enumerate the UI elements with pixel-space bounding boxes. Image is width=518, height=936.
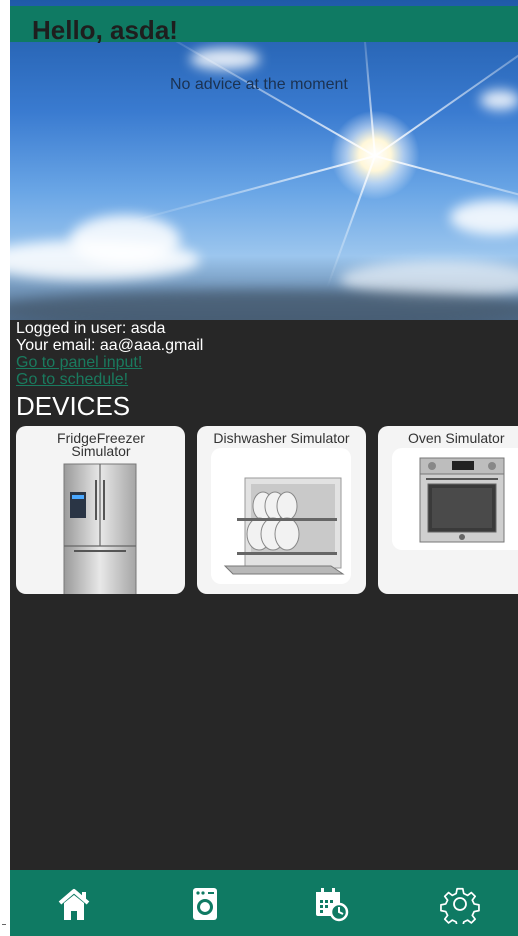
nav-settings-button[interactable]	[440, 884, 480, 928]
greeting-title: Hello, asda!	[32, 15, 178, 45]
device-name: FridgeFreezer Simulator	[57, 430, 145, 459]
gear-icon	[440, 887, 480, 928]
header-bar: Hello, asda!	[10, 6, 518, 45]
device-card-oven[interactable]: Oven Simulator	[378, 426, 518, 594]
oven-image	[392, 448, 518, 550]
washing-machine-icon	[193, 888, 217, 920]
schedule-link[interactable]: Go to schedule!	[16, 371, 203, 388]
user-email: Your email: aa@aaa.gmail	[16, 337, 204, 354]
logged-in-user: Logged in user: asda	[16, 320, 166, 337]
sky-banner	[10, 0, 518, 320]
cloud-shape	[450, 200, 518, 235]
nav-schedule-button[interactable]	[312, 884, 352, 924]
fridge-freezer-image	[63, 463, 137, 594]
nav-devices-button[interactable]	[185, 884, 225, 924]
panel-input-link[interactable]: Go to panel input!	[16, 354, 203, 371]
device-name: Dishwasher Simulator	[213, 430, 350, 446]
devices-heading: DEVICES	[16, 391, 131, 421]
dishwasher-image	[211, 448, 351, 584]
bottom-navigation	[10, 870, 518, 936]
app-screen: Hello, asda! No advice at the moment Log…	[10, 0, 518, 936]
advice-text: No advice at the moment	[170, 76, 348, 93]
device-card-fridgefreezer[interactable]: FridgeFreezer Simulator	[16, 426, 185, 594]
home-icon	[58, 889, 90, 920]
calendar-clock-icon	[316, 888, 349, 922]
device-card-dishwasher[interactable]: Dishwasher Simulator	[197, 426, 366, 594]
nav-home-button[interactable]	[54, 884, 94, 924]
device-list: FridgeFreezer Simulator Dishwasher Simul…	[16, 426, 518, 596]
device-name: Oven Simulator	[408, 430, 505, 446]
user-info: Logged in user: asda Your email: aa@aaa.…	[16, 320, 203, 388]
cloud-shape	[190, 48, 260, 70]
edge-mark	[2, 924, 6, 925]
cloud-shape	[480, 90, 518, 110]
horizon-shape	[10, 290, 518, 320]
